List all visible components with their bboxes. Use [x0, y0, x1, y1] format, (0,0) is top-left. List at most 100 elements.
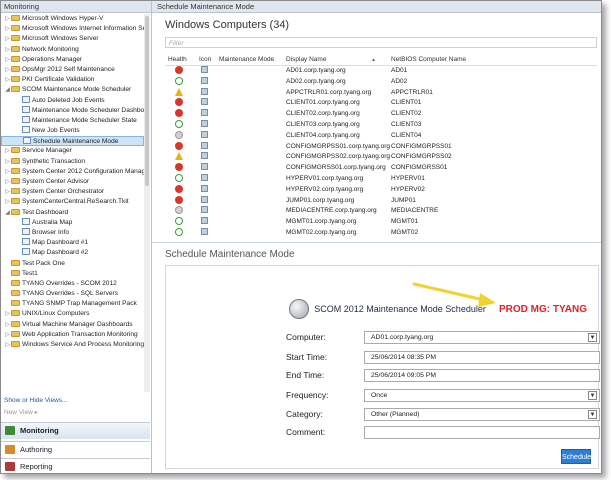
new-view-link[interactable]: New View ▸: [4, 407, 67, 419]
nav-tree-item[interactable]: ◢ Test Dashboard: [1, 208, 144, 218]
nav-tree-item[interactable]: ▷ Service Manager: [1, 146, 144, 156]
nav-scrollbar-thumb[interactable]: [145, 16, 149, 186]
wunderbar-authoring[interactable]: Authoring: [1, 441, 150, 458]
expand-icon[interactable]: ▷: [4, 330, 11, 340]
table-row[interactable]: HYPERV02.corp.tyang.org HYPERV02: [165, 184, 597, 196]
table-row[interactable]: CLIENT02.corp.tyang.org CLIENT02: [165, 109, 597, 120]
category-select[interactable]: Other (Planned) ▼: [364, 408, 600, 421]
table-row[interactable]: MGMT02.corp.tyang.org MGMT02: [165, 227, 597, 237]
chevron-down-icon[interactable]: ▼: [588, 333, 597, 342]
wunderbar-reporting[interactable]: Reporting: [1, 458, 150, 473]
nav-tree-item[interactable]: TYANG Overrides - SQL Servers: [1, 289, 144, 299]
nav-tree-item[interactable]: Maintenance Mode Scheduler Dashboard: [1, 105, 144, 116]
col-maintenance-mode[interactable]: Maintenance Mode: [219, 55, 274, 65]
pane-divider[interactable]: [152, 242, 601, 243]
frequency-select[interactable]: Once ▼: [364, 389, 600, 402]
expand-icon[interactable]: ▷: [4, 65, 11, 75]
nav-tree-item[interactable]: ▷ Windows Service And Process Monitoring: [1, 340, 144, 350]
table-row[interactable]: AD01.corp.tyang.org AD01: [165, 66, 597, 77]
nav-tree-item[interactable]: Schedule Maintenance Mode: [1, 136, 144, 147]
nav-tree-item[interactable]: Map Dashboard #2: [1, 248, 144, 258]
nav-tree-item[interactable]: Test1: [1, 269, 144, 279]
start-time-field[interactable]: 25/06/2014 08:35 PM: [364, 351, 600, 364]
folder-icon: [11, 86, 20, 93]
collapse-icon[interactable]: ◢: [4, 208, 11, 218]
nav-tree-item[interactable]: TYANG Overrides - SCOM 2012: [1, 279, 144, 289]
collapse-icon[interactable]: ◢: [4, 85, 11, 95]
health-crit-icon: [175, 163, 183, 172]
nav-tree-item[interactable]: ▷ SystemCenterCentral.ReSearch.Tkit: [1, 197, 144, 207]
nav-tree-item[interactable]: Australia Map: [1, 217, 144, 228]
nav-tree-item[interactable]: ▷ Microsoft Windows Hyper-V: [1, 14, 144, 24]
expand-icon[interactable]: ▷: [4, 157, 11, 167]
expand-icon[interactable]: ▷: [4, 177, 11, 187]
table-row[interactable]: APPCTRLR01.corp.tyang.org APPCTRLR01: [165, 87, 597, 99]
col-display-name[interactable]: Display Name: [286, 55, 326, 65]
table-row[interactable]: AD02.corp.tyang.org AD02: [165, 76, 597, 88]
schedule-button[interactable]: Schedule: [561, 449, 591, 464]
comment-field[interactable]: [364, 426, 600, 439]
end-time-field[interactable]: 25/06/2014 09:05 PM: [364, 369, 600, 382]
expand-icon[interactable]: ▷: [4, 24, 11, 34]
folder-icon: [11, 45, 20, 52]
table-row[interactable]: JUMP01.corp.tyang.org JUMP01: [165, 195, 597, 207]
nav-tree-item[interactable]: ▷ Synthetic Transaction: [1, 157, 144, 167]
nav-scrollbar[interactable]: [144, 14, 150, 392]
wunderbar-monitoring[interactable]: Monitoring: [1, 422, 150, 439]
nav-tree-item[interactable]: Auto Deleted Job Events: [1, 95, 144, 106]
show-hide-views-link[interactable]: Show or Hide Views...: [4, 395, 67, 407]
table-row[interactable]: CLIENT04.corp.tyang.org CLIENT04: [165, 130, 597, 142]
col-icon[interactable]: Icon: [199, 55, 211, 65]
nav-tree-item[interactable]: ▷ Microsoft Windows Internet Information …: [1, 24, 144, 34]
health-crit-icon: [175, 66, 183, 74]
expand-icon[interactable]: ▷: [4, 309, 11, 319]
nav-tree-item[interactable]: ▷ System Center Advisor: [1, 177, 144, 187]
table-row[interactable]: CONFIGMGRPSS01.corp.tyang.org CONFIGMGRPS…: [165, 141, 597, 153]
filter-input[interactable]: Filter: [165, 37, 597, 48]
table-row[interactable]: MGMT01.corp.tyang.org MGMT01: [165, 217, 597, 228]
nav-tree-item[interactable]: ◢ SCOM Maintenance Mode Scheduler: [1, 85, 144, 95]
nav-tree-item[interactable]: ▷ System Center Orchestrator: [1, 187, 144, 197]
expand-icon[interactable]: ▷: [4, 167, 11, 177]
nav-tree-item[interactable]: New Job Events: [1, 126, 144, 136]
computer-select[interactable]: AD01.corp.tyang.org ▼: [364, 331, 600, 344]
expand-icon[interactable]: ▷: [4, 146, 11, 156]
table-row[interactable]: HYPERV01.corp.tyang.org HYPERV01: [165, 173, 597, 185]
col-netbios-name[interactable]: NetBIOS Computer Name: [391, 55, 466, 65]
nav-tree-item[interactable]: ▷ Web Application Transaction Monitoring: [1, 330, 144, 340]
nav-tree-item[interactable]: TYANG SNMP Trap Management Pack: [1, 299, 144, 309]
nav-tree-item[interactable]: Maintenance Mode Scheduler State: [1, 115, 144, 126]
expand-icon[interactable]: ▷: [4, 340, 11, 350]
health-ok-icon: [175, 217, 183, 226]
col-health[interactable]: Health: [168, 55, 187, 65]
nav-tree-item[interactable]: ▷ Microsoft Windows Server: [1, 34, 144, 44]
folder-icon: [11, 147, 20, 154]
nav-tree-item[interactable]: ▷ PKI Certificate Validation: [1, 75, 144, 85]
expand-icon[interactable]: ▷: [4, 34, 11, 44]
nav-tree-item[interactable]: ▷ Operations Manager: [1, 55, 144, 65]
table-row[interactable]: MEDIACENTRE.corp.tyang.org MEDIACENTRE: [165, 206, 597, 217]
nav-tree-item[interactable]: ▷ System Center 2012 Configuration Manage…: [1, 167, 144, 177]
health-crit-icon: [175, 195, 183, 204]
nav-tree-item[interactable]: Test Pack One: [1, 259, 144, 269]
nav-tree-item-label: Schedule Maintenance Mode: [33, 138, 119, 146]
nav-tree-item[interactable]: ▷ Network Monitoring: [1, 45, 144, 55]
expand-icon[interactable]: ▷: [4, 187, 11, 197]
nav-tree-item[interactable]: Browser Info: [1, 227, 144, 238]
nav-tree-item[interactable]: Map Dashboard #1: [1, 238, 144, 248]
expand-icon[interactable]: ▷: [4, 55, 11, 65]
table-row[interactable]: CLIENT01.corp.tyang.org CLIENT01: [165, 98, 597, 109]
expand-icon[interactable]: ▷: [4, 45, 11, 55]
expand-icon[interactable]: ▷: [4, 14, 11, 24]
table-row[interactable]: CONFIGMGRSS01.corp.tyang.org CONFIGMGRSS0…: [165, 163, 597, 174]
nav-tree-item[interactable]: ▷ UNIX/Linux Computers: [1, 309, 144, 319]
nav-tree-item[interactable]: ▷ OpsMgr 2012 Self Maintenance: [1, 65, 144, 75]
chevron-down-icon[interactable]: ▼: [588, 391, 597, 400]
table-row[interactable]: CLIENT03.corp.tyang.org CLIENT03: [165, 119, 597, 131]
expand-icon[interactable]: ▷: [4, 320, 11, 330]
nav-tree-item[interactable]: ▷ Virtual Machine Manager Dashboards: [1, 320, 144, 330]
expand-icon[interactable]: ▷: [4, 197, 11, 207]
table-row[interactable]: CONFIGMGRPSS02.corp.tyang.org CONFIGMGRPS…: [165, 152, 597, 163]
expand-icon[interactable]: ▷: [4, 75, 11, 85]
chevron-down-icon[interactable]: ▼: [588, 410, 597, 419]
